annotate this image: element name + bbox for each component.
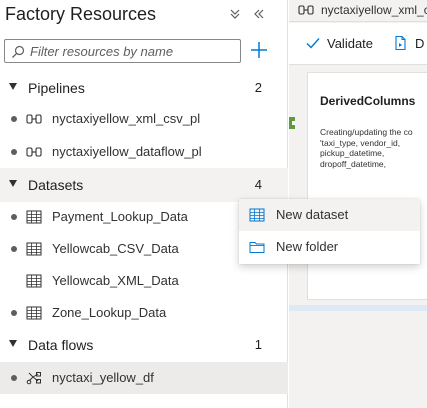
table-icon bbox=[26, 306, 42, 320]
menu-item-new-dataset[interactable]: New dataset bbox=[239, 199, 420, 231]
double-chevron-down-icon[interactable] bbox=[227, 6, 243, 22]
section-pipelines[interactable]: Pipelines 2 bbox=[0, 71, 288, 105]
item-label: Zone_Lookup_Data bbox=[52, 305, 167, 320]
table-icon bbox=[26, 242, 42, 256]
menu-item-label: New dataset bbox=[276, 207, 349, 222]
pipeline-icon bbox=[298, 3, 314, 17]
item-label: nyctaxiyellow_dataflow_pl bbox=[52, 144, 202, 159]
canvas-scroll-region[interactable] bbox=[289, 305, 427, 311]
list-item-pipeline[interactable]: nyctaxiyellow_xml_csv_pl bbox=[0, 103, 288, 135]
table-icon bbox=[26, 210, 42, 224]
menu-item-new-folder[interactable]: New folder bbox=[239, 231, 420, 263]
section-label: Pipelines bbox=[28, 80, 85, 96]
search-icon bbox=[10, 44, 26, 60]
dataflow-icon bbox=[26, 371, 42, 385]
section-count: 4 bbox=[254, 177, 262, 192]
editor-toolbar: Validate D bbox=[289, 23, 427, 65]
table-icon bbox=[26, 274, 42, 288]
debug-label: D bbox=[415, 36, 425, 51]
section-dataflows[interactable]: Data flows 1 bbox=[0, 328, 288, 362]
menu-item-label: New folder bbox=[276, 239, 339, 254]
editor-tab-bar: nyctaxiyellow_xml_csv_pl bbox=[289, 0, 427, 22]
debug-button[interactable]: D bbox=[393, 34, 427, 54]
caret-down-icon bbox=[9, 83, 17, 90]
bullet-icon bbox=[11, 246, 17, 252]
checkmark-icon bbox=[305, 35, 321, 51]
validate-button[interactable]: Validate bbox=[305, 34, 377, 54]
derived-columns-node[interactable]: DerivedColumns Creating/updating the co … bbox=[307, 72, 427, 300]
debug-icon bbox=[393, 35, 409, 51]
plus-icon[interactable] bbox=[249, 40, 269, 60]
new-resource-context-menu: New dataset New folder bbox=[239, 199, 420, 264]
item-label: Yellowcab_CSV_Data bbox=[52, 241, 179, 256]
section-datasets[interactable]: Datasets 4 bbox=[0, 168, 288, 202]
section-count: 2 bbox=[254, 80, 262, 95]
item-label: nyctaxi_yellow_df bbox=[52, 370, 154, 385]
list-item-dataflow[interactable]: nyctaxi_yellow_df bbox=[0, 362, 288, 394]
section-count: 1 bbox=[254, 337, 262, 352]
bullet-icon bbox=[11, 310, 17, 316]
node-description: Creating/updating the co 'taxi_type, ven… bbox=[320, 127, 413, 169]
item-label: nyctaxiyellow_xml_csv_pl bbox=[52, 111, 201, 126]
bullet-icon bbox=[11, 116, 17, 122]
validate-label: Validate bbox=[327, 36, 374, 51]
list-item-pipeline[interactable]: nyctaxiyellow_dataflow_pl bbox=[0, 136, 288, 168]
bullet-icon bbox=[11, 214, 17, 220]
list-item-dataset[interactable]: Zone_Lookup_Data bbox=[0, 297, 288, 329]
list-item-dataset[interactable]: Yellowcab_XML_Data bbox=[0, 265, 288, 297]
caret-down-icon bbox=[9, 340, 17, 347]
node-title: DerivedColumns bbox=[320, 94, 416, 108]
editor-tab-label[interactable]: nyctaxiyellow_xml_csv_pl bbox=[321, 3, 427, 17]
filter-resources-box[interactable] bbox=[4, 39, 241, 63]
pipeline-icon bbox=[26, 145, 42, 159]
folder-icon bbox=[249, 239, 265, 255]
item-label: Payment_Lookup_Data bbox=[52, 209, 188, 224]
section-label: Datasets bbox=[28, 177, 84, 193]
panel-title: Factory Resources bbox=[5, 4, 157, 24]
pipeline-icon bbox=[26, 112, 42, 126]
item-label: Yellowcab_XML_Data bbox=[52, 273, 179, 288]
activity-connector-icon[interactable] bbox=[289, 116, 297, 129]
bullet-icon bbox=[11, 149, 17, 155]
filter-resources-input[interactable] bbox=[30, 43, 235, 59]
table-icon bbox=[249, 207, 265, 223]
caret-down-icon bbox=[9, 180, 17, 187]
bullet-icon bbox=[11, 375, 17, 381]
section-label: Data flows bbox=[28, 337, 94, 353]
double-chevron-left-icon[interactable] bbox=[251, 6, 267, 22]
